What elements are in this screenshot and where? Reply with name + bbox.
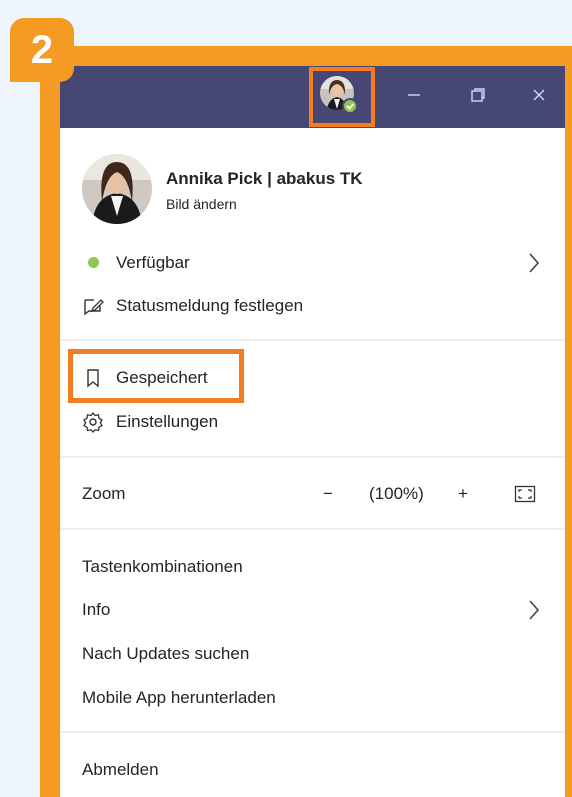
bookmark-icon	[87, 369, 99, 388]
gear-icon	[83, 411, 103, 433]
set-status-message-item[interactable]: Statusmeldung festlegen	[60, 286, 565, 326]
info-menu-item[interactable]: Info	[60, 590, 565, 630]
chevron-right-icon	[529, 253, 540, 273]
step-number-badge: 2	[10, 18, 74, 82]
zoom-value: (100%)	[369, 484, 424, 503]
close-icon[interactable]	[524, 80, 554, 110]
avatar	[320, 76, 358, 114]
zoom-out-button[interactable]: −	[323, 484, 333, 504]
edit-message-icon	[84, 299, 104, 316]
info-label: Info	[82, 600, 111, 619]
presence-available-icon	[88, 257, 99, 268]
settings-menu-item[interactable]: Einstellungen	[60, 402, 565, 442]
availability-menu-item[interactable]: Verfügbar	[60, 243, 565, 283]
availability-label: Verfügbar	[116, 253, 190, 272]
divider	[60, 731, 565, 733]
sign-out-label: Abmelden	[82, 760, 159, 779]
set-status-message-label: Statusmeldung festlegen	[116, 296, 304, 315]
settings-label: Einstellungen	[116, 412, 219, 431]
download-mobile-app-label: Mobile App herunterladen	[82, 688, 276, 707]
fullscreen-icon[interactable]	[514, 485, 536, 503]
check-updates-item[interactable]: Nach Updates suchen	[60, 634, 565, 674]
titlebar-avatar-button[interactable]	[319, 75, 359, 115]
chevron-right-icon	[529, 600, 540, 620]
profile-name: Annika Pick | abakus TK	[166, 169, 363, 188]
zoom-row: Zoom − (100%) +	[60, 474, 565, 514]
divider	[60, 528, 565, 530]
profile-menu-window: Annika Pick | abakus TK Bild ändern Verf…	[60, 66, 565, 797]
title-bar	[60, 66, 565, 128]
zoom-in-button[interactable]: +	[458, 484, 468, 504]
keyboard-shortcuts-item[interactable]: Tastenkombinationen	[60, 547, 565, 587]
saved-menu-item[interactable]: Gespeichert	[60, 358, 565, 398]
profile-avatar[interactable]	[82, 154, 152, 224]
check-updates-label: Nach Updates suchen	[82, 644, 250, 663]
keyboard-shortcuts-label: Tastenkombinationen	[82, 557, 243, 576]
change-picture-link[interactable]: Bild ändern	[166, 196, 237, 212]
divider	[60, 456, 565, 458]
zoom-label: Zoom	[82, 484, 126, 503]
sign-out-item[interactable]: Abmelden	[60, 750, 565, 790]
download-mobile-app-item[interactable]: Mobile App herunterladen	[60, 678, 565, 718]
divider	[60, 339, 565, 341]
saved-label: Gespeichert	[116, 368, 208, 387]
minimize-icon[interactable]	[399, 80, 429, 110]
restore-icon[interactable]	[463, 80, 493, 110]
